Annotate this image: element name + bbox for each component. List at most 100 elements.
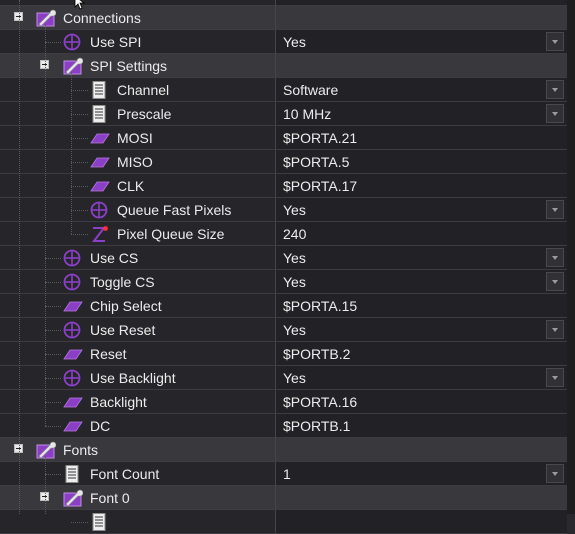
property-row: Use Reset Yes — [0, 318, 567, 342]
property-label-cell[interactable]: Fonts — [0, 438, 276, 462]
document-list-icon — [90, 81, 110, 99]
property-label: MOSI — [117, 130, 153, 146]
property-value-cell[interactable]: Yes — [276, 270, 567, 294]
dropdown-button[interactable] — [546, 248, 564, 267]
dropdown-button[interactable] — [546, 272, 564, 291]
property-value: $PORTA.17 — [283, 178, 358, 194]
property-value: $PORTB.2 — [283, 346, 351, 362]
property-label-cell[interactable]: DC — [0, 414, 276, 438]
property-label-cell[interactable]: Prescale — [0, 102, 276, 126]
property-label: Font Count — [90, 466, 160, 482]
dropdown-button[interactable] — [546, 368, 564, 387]
property-label-cell[interactable]: MISO — [0, 150, 276, 174]
dropdown-button[interactable] — [546, 104, 564, 123]
property-label-cell[interactable]: Queue Fast Pixels — [0, 198, 276, 222]
pin-parallelogram-icon — [63, 393, 83, 411]
property-label-cell[interactable]: Font Count — [0, 462, 276, 486]
property-label: Use Reset — [90, 322, 156, 338]
property-value-cell — [276, 6, 567, 30]
pin-parallelogram-icon — [90, 129, 110, 147]
property-label: Font 0 — [90, 490, 130, 506]
circle-crosshair-icon — [63, 33, 83, 51]
property-value-cell[interactable]: Yes — [276, 30, 567, 54]
property-value-cell[interactable]: $PORTB.2 — [276, 342, 567, 366]
property-label-cell[interactable]: Use CS — [0, 246, 276, 270]
property-label-cell[interactable]: Use SPI — [0, 30, 276, 54]
property-value: 240 — [283, 226, 307, 242]
property-value-cell[interactable]: 240 — [276, 222, 567, 246]
category-row[interactable]: Font 0 — [0, 486, 567, 510]
tree-line — [45, 426, 61, 427]
tree-line — [45, 42, 61, 43]
tree-line — [45, 330, 61, 331]
property-label-cell[interactable]: Toggle CS — [0, 270, 276, 294]
property-value: Yes — [283, 250, 306, 266]
circle-crosshair-icon — [90, 201, 110, 219]
document-list-icon — [90, 513, 110, 531]
property-label-cell[interactable]: Use Backlight — [0, 366, 276, 390]
pin-parallelogram-icon — [63, 345, 83, 363]
property-value-cell[interactable]: Software — [276, 78, 567, 102]
dropdown-button[interactable] — [546, 464, 564, 483]
property-value-cell[interactable]: $PORTA.21 — [276, 126, 567, 150]
circle-crosshair-icon — [63, 369, 83, 387]
property-label-cell[interactable]: Pixel Queue Size — [0, 222, 276, 246]
tree-line — [45, 456, 46, 514]
property-label: Prescale — [117, 106, 172, 122]
category-row[interactable]: SPI Settings — [0, 54, 567, 78]
wrench-folder-icon — [63, 57, 84, 75]
mouse-cursor-icon — [74, 0, 86, 10]
tree-line — [19, 0, 20, 514]
property-label: Use CS — [90, 250, 139, 266]
tree-line — [71, 234, 88, 235]
property-label-cell[interactable]: CLK — [0, 174, 276, 198]
property-value-cell — [276, 438, 567, 462]
property-label-cell[interactable]: Chip Select — [0, 294, 276, 318]
property-value-cell[interactable]: Yes — [276, 198, 567, 222]
property-value-cell[interactable]: $PORTB.1 — [276, 414, 567, 438]
property-label-cell[interactable]: Font 0 — [0, 486, 276, 510]
property-label: CLK — [117, 178, 145, 194]
property-value-cell[interactable]: Yes — [276, 246, 567, 270]
property-value-cell[interactable]: $PORTA.17 — [276, 174, 567, 198]
property-label-cell[interactable]: Backlight — [0, 390, 276, 414]
dropdown-button[interactable] — [546, 320, 564, 339]
wrench-folder-icon — [36, 9, 57, 27]
wrench-folder-icon — [63, 489, 84, 507]
property-row: Toggle CS Yes — [0, 270, 567, 294]
pin-parallelogram-icon — [90, 177, 110, 195]
dropdown-button[interactable] — [546, 80, 564, 99]
property-label-cell[interactable]: Use Reset — [0, 318, 276, 342]
property-value-cell[interactable]: $PORTA.15 — [276, 294, 567, 318]
property-value: Yes — [283, 322, 306, 338]
property-value-cell[interactable]: Yes — [276, 366, 567, 390]
property-row: Font Count 1 — [0, 462, 567, 486]
property-label-cell[interactable]: MOSI — [0, 126, 276, 150]
tree-line — [71, 90, 88, 91]
property-row: Backlight $PORTA.16 — [0, 390, 567, 414]
property-label-cell[interactable]: Reset — [0, 342, 276, 366]
property-value-cell[interactable]: $PORTA.16 — [276, 390, 567, 414]
property-value: Yes — [283, 370, 306, 386]
property-value-cell[interactable]: $PORTA.5 — [276, 150, 567, 174]
category-row[interactable]: Fonts — [0, 438, 567, 462]
property-value-cell[interactable]: 1 — [276, 462, 567, 486]
property-value-cell[interactable]: Yes — [276, 318, 567, 342]
property-value: Yes — [283, 274, 306, 290]
property-label-cell[interactable]: SPI Settings — [0, 54, 276, 78]
property-label-cell[interactable]: Connections — [0, 6, 276, 30]
property-value-cell — [276, 486, 567, 510]
dropdown-button[interactable] — [546, 32, 564, 51]
property-label: Connections — [63, 10, 141, 26]
property-label-cell[interactable]: Channel — [0, 78, 276, 102]
tree-line — [71, 210, 88, 211]
tree-line — [45, 402, 61, 403]
vertical-scrollbar[interactable] — [567, 0, 575, 514]
property-value: 10 MHz — [283, 106, 332, 122]
tree-line — [71, 522, 88, 523]
dropdown-button[interactable] — [546, 200, 564, 219]
property-row: Reset $PORTB.2 — [0, 342, 567, 366]
circle-crosshair-icon — [63, 321, 83, 339]
property-label: SPI Settings — [90, 58, 168, 74]
property-value-cell[interactable]: 10 MHz — [276, 102, 567, 126]
